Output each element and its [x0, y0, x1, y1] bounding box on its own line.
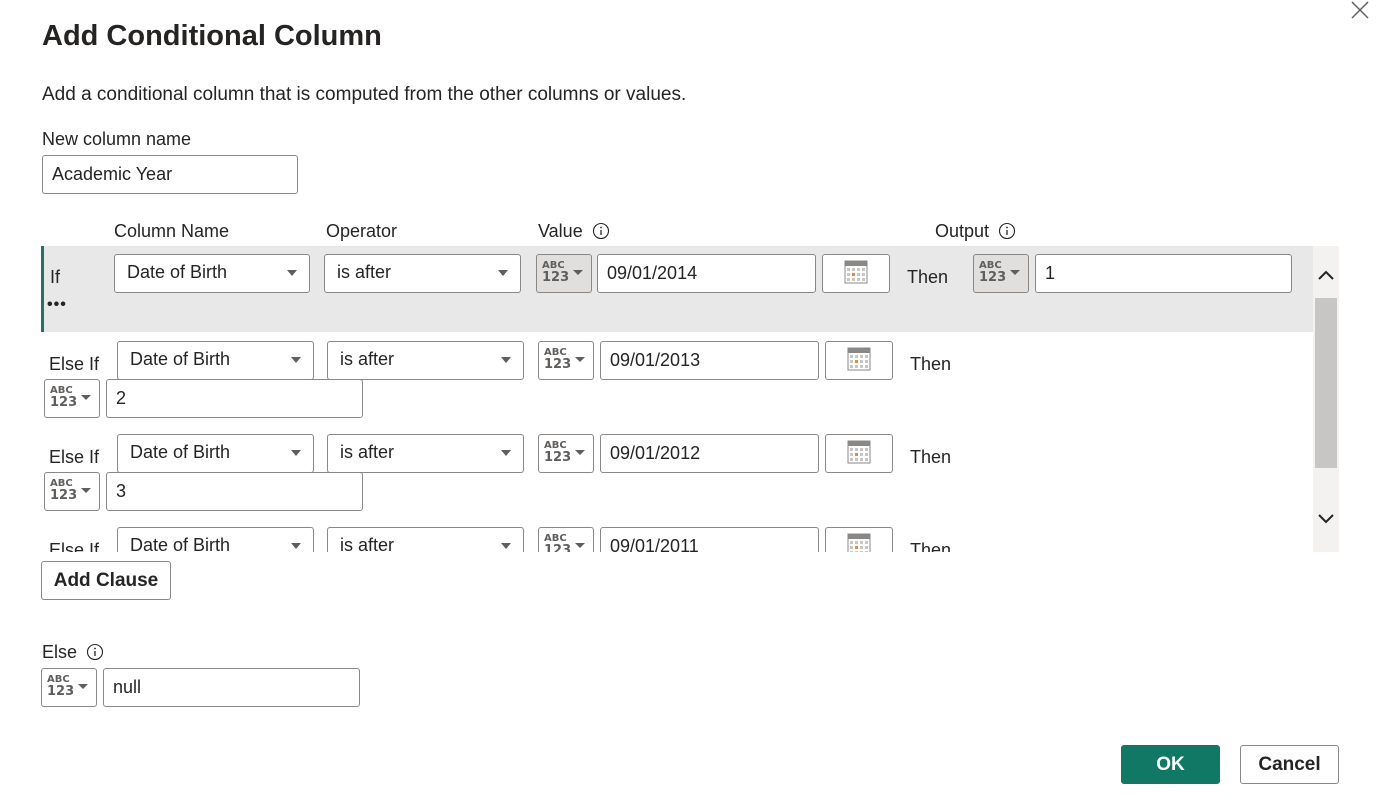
else-type-dropdown[interactable]: ABC 123 [41, 668, 97, 707]
new-column-name-label: New column name [42, 129, 192, 149]
clause-keyword: If [50, 267, 61, 287]
column-name-dropdown[interactable]: Date of Birth [117, 434, 314, 473]
cancel-button[interactable]: Cancel [1240, 745, 1339, 784]
chevron-down-icon [575, 357, 585, 362]
chevron-down-icon [291, 357, 301, 363]
chevron-down-icon [81, 488, 91, 493]
dialog-title: Add Conditional Column [42, 20, 382, 52]
value-header: Value [538, 221, 610, 242]
clause-keyword: Else If [49, 447, 100, 467]
scrollbar-thumb[interactable] [1315, 298, 1337, 468]
value-type-dropdown[interactable]: ABC 123 [538, 341, 594, 380]
operator-dropdown[interactable]: is after [327, 341, 524, 380]
info-icon [592, 222, 609, 239]
chevron-down-icon [573, 270, 583, 275]
value-type-dropdown[interactable]: ABC 123 [538, 434, 594, 473]
output-type-dropdown[interactable]: ABC 123 [44, 472, 100, 511]
calendar-icon [847, 347, 871, 371]
close-icon [1351, 1, 1369, 19]
add-clause-button[interactable]: Add Clause [41, 561, 171, 600]
clause-list[interactable]: If ••• Date of Birth is after ABC 123 09/… [41, 246, 1339, 552]
scroll-down-arrow-icon[interactable] [1317, 512, 1335, 526]
clause-keyword: Else If [49, 540, 100, 552]
column-name-dropdown[interactable]: Date of Birth [114, 254, 310, 293]
ok-button[interactable]: OK [1121, 745, 1220, 784]
date-picker-button[interactable] [825, 434, 893, 473]
output-input[interactable]: 3 [106, 472, 363, 511]
abc-123-type-icon: ABC 123 [979, 260, 1007, 285]
operator-dropdown[interactable]: is after [327, 434, 524, 473]
output-input[interactable]: 2 [106, 379, 363, 418]
chevron-down-icon [498, 270, 508, 276]
chevron-down-icon [291, 543, 301, 549]
value-input[interactable]: 09/01/2014 [597, 254, 816, 293]
then-label: Then [907, 267, 949, 287]
then-label: Then [910, 447, 952, 467]
calendar-icon [847, 533, 871, 552]
chevron-down-icon [81, 395, 91, 400]
else-label: Else [42, 642, 104, 663]
calendar-icon [844, 260, 868, 284]
column-name-header: Column Name [114, 221, 230, 241]
output-type-dropdown[interactable]: ABC 123 [973, 254, 1029, 293]
clause-keyword: Else If [49, 354, 100, 374]
operator-dropdown[interactable]: is after [327, 527, 524, 552]
new-column-name-input[interactable]: Academic Year [42, 155, 298, 194]
dialog-description: Add a conditional column that is compute… [42, 84, 687, 105]
chevron-down-icon [291, 450, 301, 456]
close-button[interactable] [1348, 0, 1370, 20]
calendar-icon [847, 440, 871, 464]
then-label: Then [910, 540, 952, 552]
output-header: Output [935, 221, 1016, 242]
clause-scrollbar[interactable] [1313, 246, 1339, 552]
else-value-input[interactable]: null [103, 668, 360, 707]
chevron-down-icon [501, 450, 511, 456]
abc-123-type-icon: ABC 123 [47, 674, 75, 699]
abc-123-type-icon: ABC 123 [50, 478, 78, 503]
operator-header: Operator [326, 221, 398, 241]
clause-more-menu[interactable]: ••• [47, 296, 67, 314]
chevron-down-icon [287, 270, 297, 276]
output-input[interactable]: 1 [1035, 254, 1292, 293]
value-type-dropdown[interactable]: ABC 123 [536, 254, 592, 293]
operator-dropdown[interactable]: is after [324, 254, 521, 293]
output-type-dropdown[interactable]: ABC 123 [44, 379, 100, 418]
chevron-down-icon [501, 357, 511, 363]
value-input[interactable]: 09/01/2012 [600, 434, 819, 473]
column-name-dropdown[interactable]: Date of Birth [117, 341, 314, 380]
column-name-dropdown[interactable]: Date of Birth [117, 527, 314, 552]
value-input[interactable]: 09/01/2013 [600, 341, 819, 380]
info-icon [86, 643, 104, 660]
abc-123-type-icon: ABC 123 [544, 347, 572, 372]
abc-123-type-icon: ABC 123 [544, 533, 572, 552]
chevron-down-icon [78, 684, 88, 689]
date-picker-button[interactable] [822, 254, 890, 293]
chevron-down-icon [501, 543, 511, 549]
scroll-up-arrow-icon[interactable] [1317, 268, 1335, 282]
abc-123-type-icon: ABC 123 [544, 440, 572, 465]
value-type-dropdown[interactable]: ABC 123 [538, 527, 594, 552]
then-label: Then [910, 354, 952, 374]
value-input[interactable]: 09/01/2011 [600, 527, 819, 552]
chevron-down-icon [575, 543, 585, 548]
info-icon [999, 222, 1016, 239]
chevron-down-icon [575, 450, 585, 455]
chevron-down-icon [1010, 270, 1020, 275]
date-picker-button[interactable] [825, 341, 893, 380]
date-picker-button[interactable] [825, 527, 893, 552]
abc-123-type-icon: ABC 123 [50, 385, 78, 410]
abc-123-type-icon: ABC 123 [542, 260, 570, 285]
